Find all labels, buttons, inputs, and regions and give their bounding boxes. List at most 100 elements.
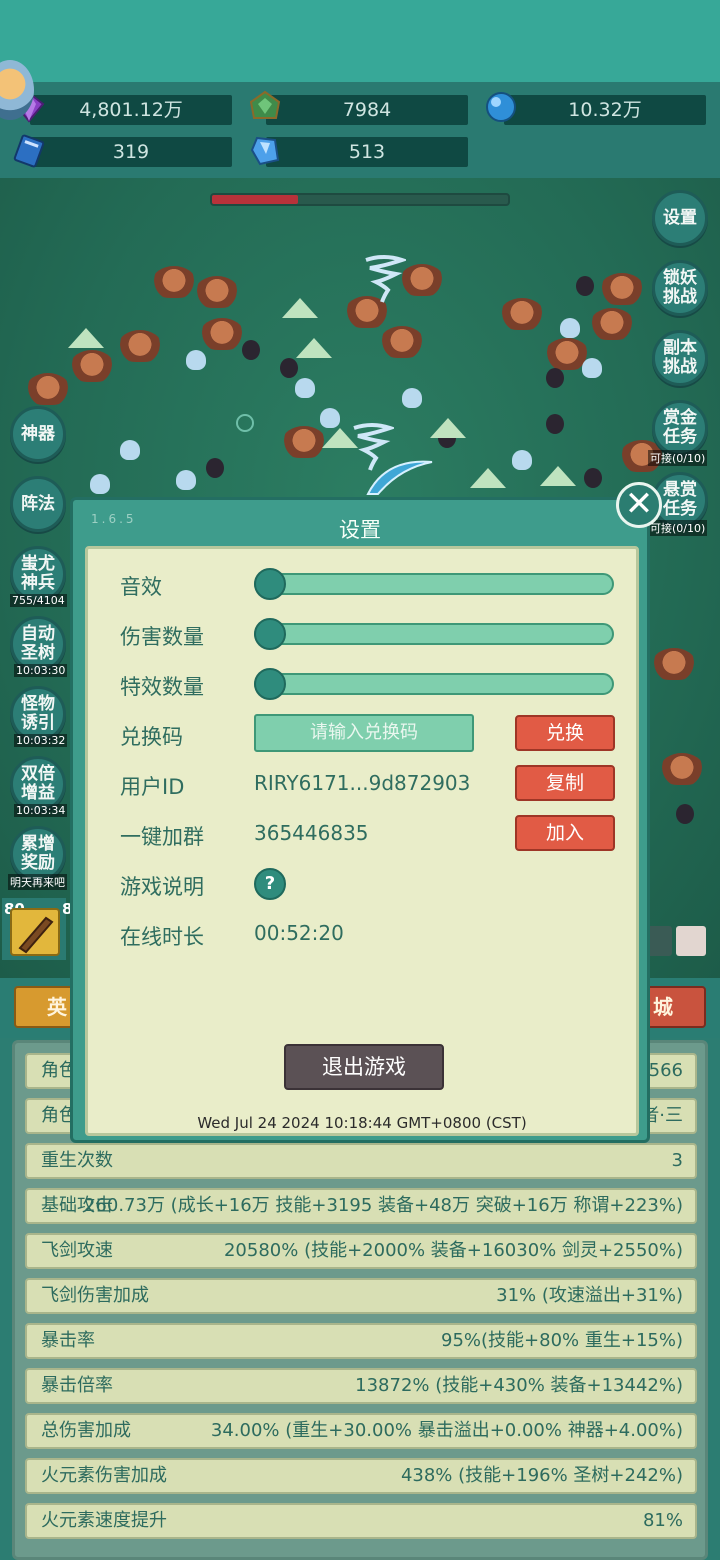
stat-label: 重生次数 [41, 1150, 113, 1171]
reward-task-label: 悬赏 任务 [663, 480, 697, 519]
ghost-enemy [560, 318, 580, 338]
dark-enemy [546, 414, 564, 434]
stat-value: 34.00% (重生+30.00% 暴击溢出+0.00% 神器+4.00%) [210, 1420, 683, 1441]
ghost-enemy [320, 408, 340, 428]
monster [400, 264, 444, 296]
top-banner [0, 0, 720, 82]
help-icon[interactable]: ? [254, 868, 286, 900]
chiyou-weapon-label: 蚩尤 神兵 [21, 554, 55, 593]
settings-dialog: 1.6.5 设置 音效 伤害数量 特效数量 兑换码 请输入兑换码 兑换 用户ID… [70, 497, 650, 1143]
settings-content: 音效 伤害数量 特效数量 兑换码 请输入兑换码 兑换 用户ID RIRY6171… [85, 546, 639, 1136]
monster [118, 330, 162, 362]
dialog-title: 设置 [339, 518, 381, 542]
bubble [236, 414, 254, 432]
resource-bar: 4,801.12万 7984 10.32万 319 513 [0, 82, 720, 178]
spike-enemy [68, 328, 104, 348]
resource-book: 319 [30, 137, 232, 167]
dark-enemy [546, 368, 564, 388]
sound-slider[interactable] [254, 568, 614, 600]
effect-count-slider-knob[interactable] [254, 668, 286, 700]
monster [380, 326, 424, 358]
effect-count-slider[interactable] [254, 668, 614, 700]
stat-value: 3 [671, 1150, 683, 1171]
stat-row: 火元素速度提升 81% [25, 1503, 697, 1539]
close-icon[interactable]: ✕ [616, 482, 662, 528]
stat-value: 31% (攻速溢出+31%) [496, 1285, 683, 1306]
spike-enemy [296, 338, 332, 358]
redeem-code-label: 兑换码 [120, 725, 183, 749]
monster [660, 753, 704, 785]
ghost-enemy [295, 378, 315, 398]
ghost-enemy [120, 440, 140, 460]
cumulative-reward-status: 明天再来吧 [8, 874, 67, 890]
stat-row: 总伤害加成 34.00% (重生+30.00% 暴击溢出+0.00% 神器+4.0… [25, 1413, 697, 1449]
damage-count-slider[interactable] [254, 618, 614, 650]
spike-enemy [540, 466, 576, 486]
monster-lure-timer: 10:03:32 [14, 734, 68, 747]
blue-orb-icon [486, 92, 516, 122]
effect-count-label: 特效数量 [120, 675, 204, 699]
dungeon-challenge-label: 副本 挑战 [663, 338, 697, 377]
bounty-task-label: 赏金 任务 [663, 408, 697, 447]
lock-demon-challenge-label: 锁妖 挑战 [663, 268, 697, 307]
stat-row: 暴击倍率 13872% (技能+430% 装备+13442%) [25, 1368, 697, 1404]
settings-button[interactable]: 设置 [652, 190, 708, 246]
stat-value: 20580% (技能+2000% 装备+16030% 剑灵+2550%) [223, 1240, 683, 1261]
redeem-code-input[interactable]: 请输入兑换码 [254, 714, 474, 752]
online-time-value: 00:52:20 [254, 921, 344, 945]
stat-value: 438% (技能+196% 圣树+242%) [400, 1465, 683, 1486]
shield-icon[interactable] [676, 926, 706, 956]
stat-label: 暴击率 [41, 1330, 95, 1351]
ghost-enemy [186, 350, 206, 370]
cumulative-reward-label: 累增 奖励 [21, 834, 55, 873]
double-buff-label: 双倍 增益 [21, 764, 55, 803]
monster [600, 273, 644, 305]
dark-enemy [206, 458, 224, 478]
monster [152, 266, 196, 298]
stat-label: 火元素速度提升 [41, 1510, 167, 1531]
formation-button[interactable]: 阵法 [10, 476, 66, 532]
stat-row: 飞剑攻速 20580% (技能+2000% 装备+16030% 剑灵+2550%) [25, 1233, 697, 1269]
ghost-enemy [582, 358, 602, 378]
damage-count-slider-knob[interactable] [254, 618, 286, 650]
bounty-task-button[interactable]: 赏金 任务 [652, 400, 708, 456]
timestamp: Wed Jul 24 2024 10:18:44 GMT+0800 (CST) [197, 1114, 527, 1132]
flying-sword-slash [366, 460, 433, 495]
quit-game-button[interactable]: 退出游戏 [284, 1044, 444, 1090]
spike-enemy [430, 418, 466, 438]
monster [652, 648, 696, 680]
monster [195, 276, 239, 308]
artifact-button[interactable]: 神器 [10, 406, 66, 462]
user-id-label: 用户ID [120, 775, 185, 799]
double-buff-timer: 10:03:34 [14, 804, 68, 817]
ghost-enemy [402, 388, 422, 408]
monster-lure-label: 怪物 诱引 [21, 694, 55, 733]
spike-enemy [282, 298, 318, 318]
stat-row: 暴击率 95%(技能+80% 重生+15%) [25, 1323, 697, 1359]
redeem-button[interactable]: 兑换 [515, 715, 615, 751]
ghost-enemy [90, 474, 110, 494]
dark-enemy [576, 276, 594, 296]
stat-row: 重生次数 3 [25, 1143, 697, 1179]
stat-label: 飞剑攻速 [41, 1240, 113, 1261]
auto-holy-tree-timer: 10:03:30 [14, 664, 68, 677]
ghost-enemy [512, 450, 532, 470]
game-guide-label: 游戏说明 [120, 875, 204, 899]
monster [590, 308, 634, 340]
stat-row: 飞剑伤害加成 31% (攻速溢出+31%) [25, 1278, 697, 1314]
stat-row: 火元素伤害加成 438% (技能+196% 圣树+242%) [25, 1458, 697, 1494]
group-number: 365446835 [254, 821, 369, 845]
join-button[interactable]: 加入 [515, 815, 615, 851]
stat-label: 总伤害加成 [41, 1420, 131, 1441]
spike-enemy [470, 468, 506, 488]
resource-orb: 10.32万 [504, 95, 706, 125]
copy-button[interactable]: 复制 [515, 765, 615, 801]
dungeon-challenge-button[interactable]: 副本 挑战 [652, 330, 708, 386]
user-id-value: RIRY6171...9d872903 [254, 771, 471, 795]
sound-slider-knob[interactable] [254, 568, 286, 600]
stat-value: 260.73万 (成长+16万 技能+3195 装备+48万 突破+16万 称谓… [83, 1195, 683, 1216]
lock-demon-challenge-button[interactable]: 锁妖 挑战 [652, 260, 708, 316]
sword-slot[interactable] [10, 908, 60, 956]
green-gem-icon [249, 90, 281, 119]
stat-label: 火元素伤害加成 [41, 1465, 167, 1486]
